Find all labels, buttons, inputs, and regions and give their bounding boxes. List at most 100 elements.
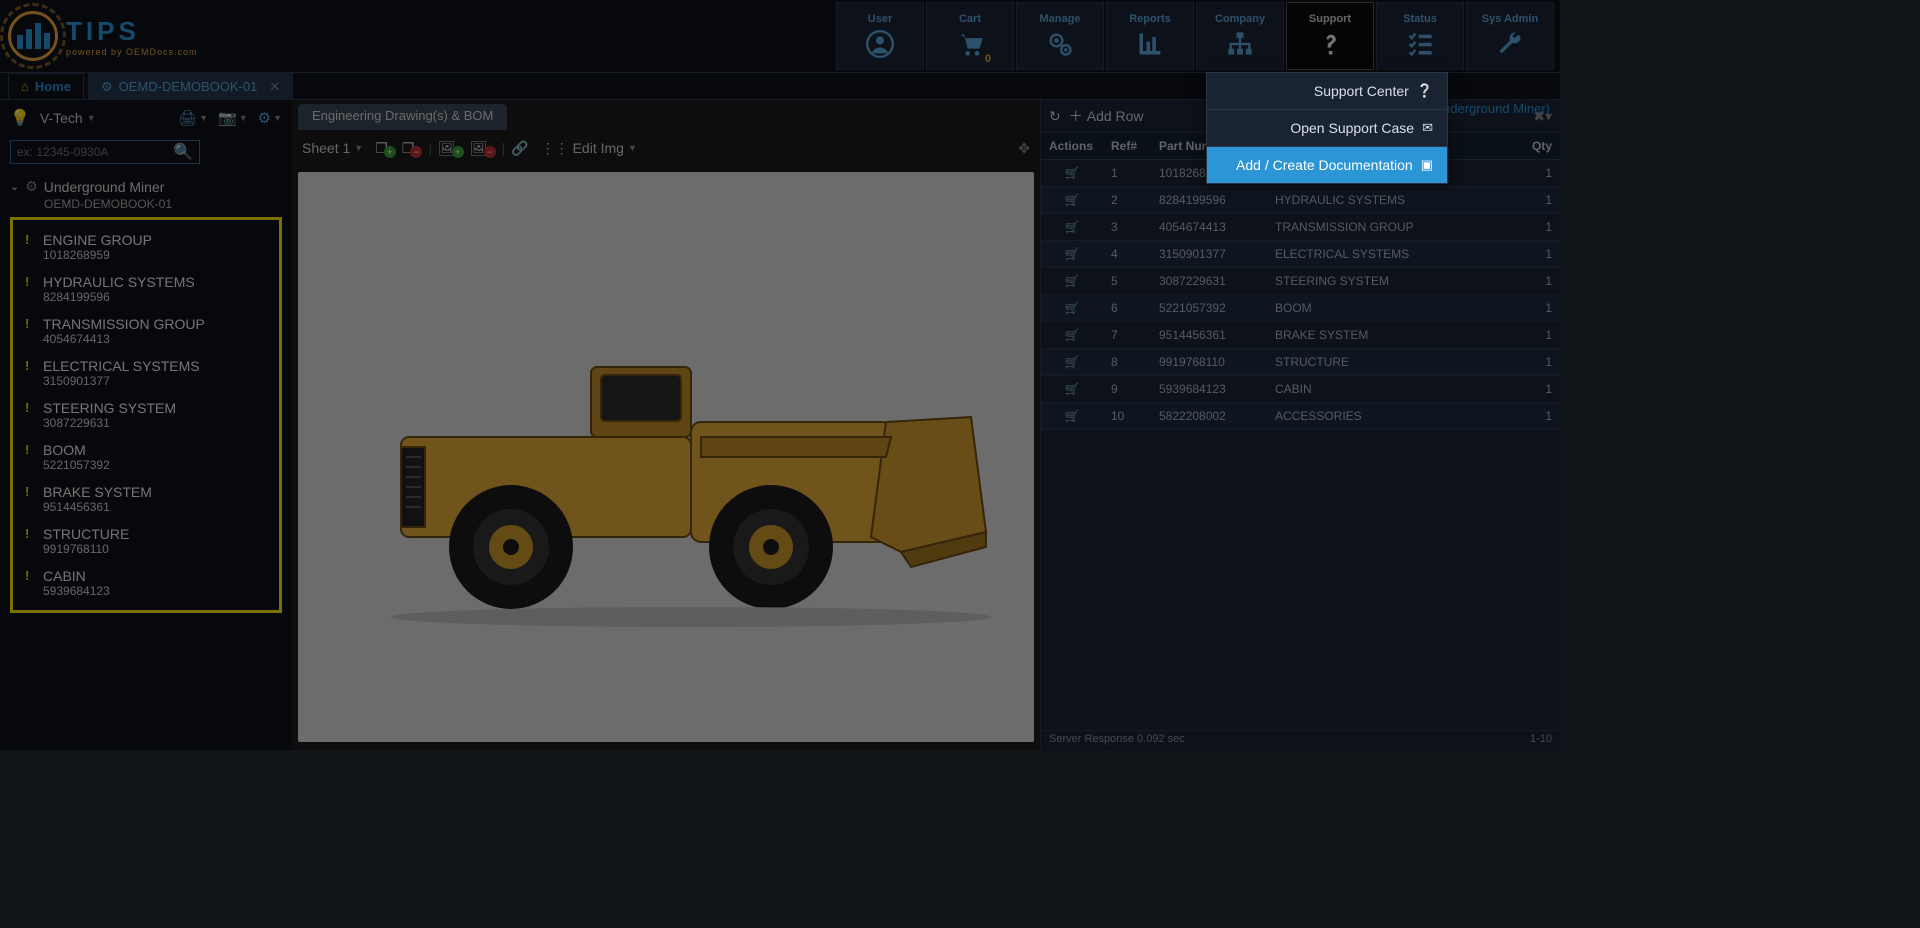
tree-item-title: ENGINE GROUP	[43, 232, 152, 248]
image-add-icon[interactable]: 🖼+	[438, 138, 464, 158]
tree-root[interactable]: ⌄ ⚙ Underground Miner	[10, 174, 282, 199]
table-row[interactable]: 🛒65221057392BOOM1	[1041, 295, 1560, 322]
table-row[interactable]: 🛒28284199596HYDRAULIC SYSTEMS1	[1041, 187, 1560, 214]
table-row[interactable]: 🛒43150901377ELECTRICAL SYSTEMS1	[1041, 241, 1560, 268]
tree-root-code: OEMD-DEMOBOOK-01	[44, 197, 282, 211]
row-cart-icon[interactable]: 🛒	[1041, 160, 1103, 186]
cell-part-number: 9919768110	[1151, 349, 1267, 375]
doc-tab-bom[interactable]: Engineering Drawing(s) & BOM	[298, 104, 507, 130]
row-cart-icon[interactable]: 🛒	[1041, 241, 1103, 267]
row-cart-icon[interactable]: 🛒	[1041, 376, 1103, 402]
refresh-icon[interactable]: ↻	[1049, 108, 1061, 125]
nav-company[interactable]: Company	[1196, 2, 1284, 70]
cell-part-number: 3087229631	[1151, 268, 1267, 294]
row-cart-icon[interactable]: 🛒	[1041, 214, 1103, 240]
lightbulb-icon[interactable]: 💡	[10, 108, 30, 128]
table-row[interactable]: 🛒79514456361BRAKE SYSTEM1	[1041, 322, 1560, 349]
image-remove-icon[interactable]: 🖼−	[470, 138, 496, 158]
tree-item-title: ELECTRICAL SYSTEMS	[43, 358, 200, 374]
sidebar-toolbar: 💡 V-Tech ▼ 🖨▼ 📷▼ ⚙▼	[0, 100, 292, 136]
copy-add-icon[interactable]: ❐+	[375, 138, 396, 158]
tree-item-title: BRAKE SYSTEM	[43, 484, 152, 500]
nav-user[interactable]: User	[836, 2, 924, 70]
cell-part-number: 9514456361	[1151, 322, 1267, 348]
nav-sysadmin[interactable]: Sys Admin	[1466, 2, 1554, 70]
settings-icon[interactable]: ⚙▼	[258, 109, 282, 127]
cell-qty: 1	[1516, 160, 1560, 186]
nav-cart[interactable]: Cart 0	[926, 2, 1014, 70]
org-selector[interactable]: V-Tech ▼	[40, 110, 96, 126]
tab-document[interactable]: ⚙ OEMD-DEMOBOOK-01 ✕	[88, 73, 293, 99]
cell-part-number: 3150901377	[1151, 241, 1267, 267]
gears-icon	[1045, 29, 1075, 59]
table-row[interactable]: 🛒34054674413TRANSMISSION GROUP1	[1041, 214, 1560, 241]
table-row[interactable]: 🛒105822208002ACCESSORIES1	[1041, 403, 1560, 430]
row-cart-icon[interactable]: 🛒	[1041, 268, 1103, 294]
nav-manage[interactable]: Manage	[1016, 2, 1104, 70]
cell-part-number: 5822208002	[1151, 403, 1267, 429]
support-menu-support-center[interactable]: Support Center❔	[1207, 73, 1447, 110]
tab-home[interactable]: ⌂ Home	[8, 73, 84, 99]
home-icon: ⌂	[21, 79, 29, 94]
drawing-canvas[interactable]	[298, 172, 1034, 742]
col-ref[interactable]: Ref#	[1103, 133, 1151, 159]
tree-item[interactable]: !ENGINE GROUP1018268959	[19, 226, 273, 268]
logo-subtitle: powered by OEMDocs.com	[66, 47, 198, 57]
row-cart-icon[interactable]: 🛒	[1041, 349, 1103, 375]
row-cart-icon[interactable]: 🛒	[1041, 322, 1103, 348]
sheet-toolbar: Sheet 1 ▼ ❐+ ❐− | 🖼+ 🖼− | 🔗 ⋮⋮ Edit Img …	[292, 130, 1040, 166]
nav-status[interactable]: Status	[1376, 2, 1464, 70]
cell-ref: 7	[1103, 322, 1151, 348]
row-cart-icon[interactable]: 🛒	[1041, 403, 1103, 429]
tree-item[interactable]: !CABIN5939684123	[19, 562, 273, 604]
copy-remove-icon[interactable]: ❐−	[402, 138, 423, 158]
table-footer: Server Response 0.092 sec 1-10	[1041, 730, 1560, 750]
support-menu-open-case[interactable]: Open Support Case✉	[1207, 110, 1447, 147]
tree-item[interactable]: !TRANSMISSION GROUP4054674413	[19, 310, 273, 352]
table-row[interactable]: 🛒89919768110STRUCTURE1	[1041, 349, 1560, 376]
exclaim-icon: !	[25, 274, 33, 304]
camera-icon[interactable]: 📷▼	[218, 109, 248, 127]
nav-reports[interactable]: Reports	[1106, 2, 1194, 70]
tree-item-code: 5939684123	[43, 584, 110, 598]
tree-item[interactable]: !STRUCTURE9919768110	[19, 520, 273, 562]
tree-item-title: HYDRAULIC SYSTEMS	[43, 274, 195, 290]
search-icon[interactable]: 🔍	[173, 142, 193, 162]
tree-item-title: BOOM	[43, 442, 110, 458]
logo[interactable]: TIPS powered by OEMDocs.com	[8, 11, 198, 61]
link-icon[interactable]: 🔗	[511, 140, 528, 157]
col-actions[interactable]: Actions	[1041, 133, 1103, 159]
col-qty[interactable]: Qty	[1516, 133, 1560, 159]
cart-count-badge: 0	[985, 53, 991, 65]
row-cart-icon[interactable]: 🛒	[1041, 295, 1103, 321]
cell-ref: 2	[1103, 187, 1151, 213]
tree-item[interactable]: !BOOM5221057392	[19, 436, 273, 478]
edit-image-button[interactable]: ⋮⋮ Edit Img ▼	[541, 140, 637, 157]
tree-item[interactable]: !STEERING SYSTEM3087229631	[19, 394, 273, 436]
nav-support[interactable]: Support	[1286, 2, 1374, 70]
tree-item[interactable]: !BRAKE SYSTEM9514456361	[19, 478, 273, 520]
cell-qty: 1	[1516, 295, 1560, 321]
table-row[interactable]: 🛒95939684123CABIN1	[1041, 376, 1560, 403]
move-handle-icon[interactable]: ✥	[1018, 140, 1030, 157]
tree-item[interactable]: !HYDRAULIC SYSTEMS8284199596	[19, 268, 273, 310]
row-cart-icon[interactable]: 🛒	[1041, 187, 1103, 213]
question-icon	[1315, 29, 1345, 59]
print-icon[interactable]: 🖨▼	[178, 109, 208, 127]
sheet-selector[interactable]: Sheet 1 ▼	[302, 140, 363, 156]
doc-tabs: Engineering Drawing(s) & BOM	[292, 100, 1040, 130]
add-row-button[interactable]: ＋ Add Row	[1069, 106, 1144, 126]
table-row[interactable]: 🛒53087229631STEERING SYSTEM1	[1041, 268, 1560, 295]
cell-part-name: STRUCTURE	[1267, 349, 1516, 375]
tree-item-title: STRUCTURE	[43, 526, 129, 542]
exclaim-icon: !	[25, 358, 33, 388]
exclaim-icon: !	[25, 316, 33, 346]
main-nav: User Cart 0 Manage Reports Company Suppo…	[836, 2, 1560, 70]
tree-item-code: 5221057392	[43, 458, 110, 472]
gear-icon: ⚙	[25, 178, 38, 195]
support-menu-add-documentation[interactable]: Add / Create Documentation▣	[1207, 147, 1447, 183]
tree-item[interactable]: !ELECTRICAL SYSTEMS3150901377	[19, 352, 273, 394]
breadcrumb-path[interactable]: nderground Miner)	[1443, 101, 1550, 116]
search-input[interactable]	[17, 145, 173, 159]
close-icon[interactable]: ✕	[269, 79, 280, 95]
